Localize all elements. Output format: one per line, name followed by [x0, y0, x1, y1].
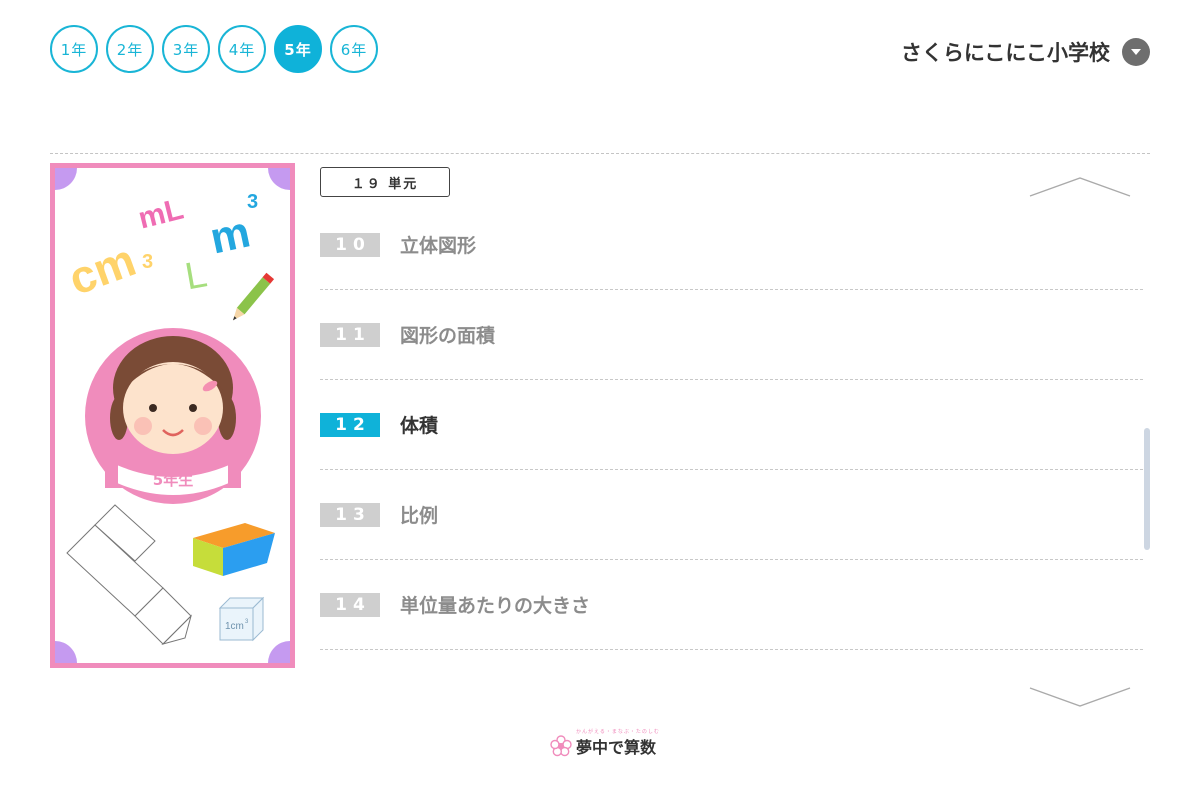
unit-row-14[interactable]: 14 単位量あたりの大きさ [320, 560, 1143, 650]
liter-sticker: L [182, 253, 210, 298]
school-selector[interactable]: さくらにこにこ小学校 [901, 37, 1150, 67]
tab-grade-1[interactable]: 1年 [50, 25, 98, 73]
unit-row-12[interactable]: 12 体積 [320, 380, 1143, 470]
tab-grade-6[interactable]: 6年 [330, 25, 378, 73]
unit-number: 12 [320, 412, 380, 437]
unit-list: 10 立体図形 11 図形の面積 12 体積 13 比例 14 単位量あたりの大… [320, 200, 1143, 650]
unit-title: 図形の面積 [400, 325, 496, 347]
corner-decoration [55, 168, 77, 190]
tab-grade-2[interactable]: 2年 [106, 25, 154, 73]
list-scrollbar[interactable] [1144, 428, 1150, 550]
unit-title: 体積 [400, 415, 439, 437]
cm3-sticker: cm [62, 233, 142, 305]
grade-ribbon-label: 5年生 [153, 471, 193, 489]
unit-number: 13 [320, 502, 380, 527]
unit-number: 11 [320, 322, 380, 347]
unit-cube-icon: 1cm 3 [218, 596, 265, 642]
tab-grade-3[interactable]: 3年 [162, 25, 210, 73]
tab-grade-4[interactable]: 4年 [218, 25, 266, 73]
scroll-down-chevron-icon[interactable] [1028, 686, 1132, 708]
unit-number: 10 [320, 232, 380, 257]
unit-row-13[interactable]: 13 比例 [320, 470, 1143, 560]
unit-title: 比例 [400, 505, 439, 527]
unit-number: 14 [320, 592, 380, 617]
header-divider [50, 153, 1150, 154]
rectangular-prism-icon [193, 523, 275, 576]
unit-title: 立体図形 [400, 235, 477, 257]
corner-decoration [268, 641, 290, 663]
scroll-up-chevron-icon[interactable] [1028, 176, 1132, 198]
unit-row-11[interactable]: 11 図形の面積 [320, 290, 1143, 380]
tab-grade-5[interactable]: 5年 [274, 25, 322, 73]
ml-sticker: mL [135, 193, 187, 236]
grade-5-illustration: mL m 3 cm 3 L 5年生 1cm 3 [55, 168, 290, 663]
corner-decoration [55, 641, 77, 663]
grade-illustration-card: mL m 3 cm 3 L 5年生 1cm 3 [50, 163, 295, 668]
footer-logo: かんがえる・まなぶ・たのしむ 夢中で算数 [550, 729, 659, 758]
unit-row-10[interactable]: 10 立体図形 [320, 200, 1143, 290]
logo-name: 夢中で算数 [576, 738, 657, 757]
sakura-flower-icon [550, 735, 572, 757]
caret-down-icon[interactable] [1122, 38, 1150, 66]
corner-decoration [268, 168, 290, 190]
unit-count-badge: １９ 単元 [320, 167, 450, 197]
m3-sticker: m [206, 208, 254, 264]
grade-tabs: 1年 2年 3年 4年 5年 6年 [50, 25, 378, 73]
m3-superscript: 3 [247, 191, 258, 213]
unit-cube-label: 1cm [225, 621, 244, 632]
school-name: さくらにこにこ小学校 [900, 41, 1110, 65]
logo-tagline: かんがえる・まなぶ・たのしむ [576, 729, 660, 735]
cm3-superscript: 3 [142, 251, 153, 273]
pencil-icon [232, 272, 275, 321]
cube-net-icon [66, 504, 192, 645]
unit-title: 単位量あたりの大きさ [400, 595, 591, 617]
